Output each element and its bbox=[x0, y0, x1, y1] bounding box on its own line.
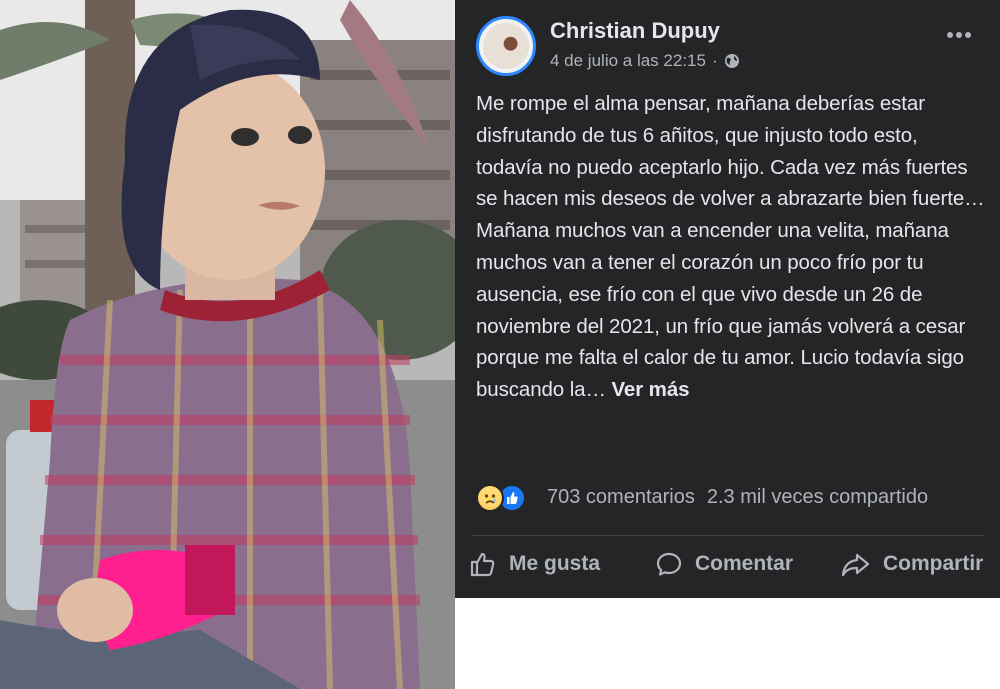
post-stats: 703 comentarios 2.3 mil veces compartido bbox=[547, 486, 928, 509]
like-label: Me gusta bbox=[509, 552, 601, 575]
thumbs-up-icon bbox=[470, 552, 495, 577]
comments-count[interactable]: 703 comentarios bbox=[547, 486, 695, 508]
share-button[interactable]: Compartir bbox=[841, 550, 983, 578]
share-arrow-icon bbox=[841, 553, 870, 577]
post-body-text: Me rompe el alma pensar, mañana deberías… bbox=[476, 92, 985, 402]
shares-count[interactable]: 2.3 mil veces compartido bbox=[707, 486, 928, 508]
actions-divider bbox=[471, 535, 984, 536]
meta-separator: · bbox=[711, 51, 718, 70]
post-photo[interactable] bbox=[0, 0, 455, 689]
blank-area bbox=[455, 598, 1000, 689]
see-more-link[interactable]: Ver más bbox=[611, 378, 689, 401]
globe-icon bbox=[724, 54, 739, 68]
post-meta: 4 de julio a las 22:15 · bbox=[550, 51, 740, 71]
reaction-summary[interactable] bbox=[476, 484, 526, 512]
post-timestamp[interactable]: 4 de julio a las 22:15 bbox=[550, 51, 706, 71]
share-label: Compartir bbox=[883, 552, 984, 575]
post-actions: Me gusta Comentar Compartir bbox=[455, 544, 1000, 588]
author-avatar[interactable] bbox=[476, 16, 536, 76]
author-name[interactable]: Christian Dupuy bbox=[550, 18, 720, 44]
more-options-icon[interactable] bbox=[946, 30, 972, 40]
comment-button[interactable]: Comentar bbox=[655, 550, 793, 578]
post-card: Christian Dupuy 4 de julio a las 22:15 ·… bbox=[455, 0, 1000, 598]
post-body: Me rompe el alma pensar, mañana deberías… bbox=[476, 88, 988, 406]
like-button[interactable]: Me gusta bbox=[469, 550, 600, 578]
sad-reaction-icon bbox=[476, 484, 504, 512]
comment-label: Comentar bbox=[695, 552, 794, 575]
comment-bubble-icon bbox=[656, 552, 682, 576]
child-photo-illustration bbox=[0, 0, 455, 689]
